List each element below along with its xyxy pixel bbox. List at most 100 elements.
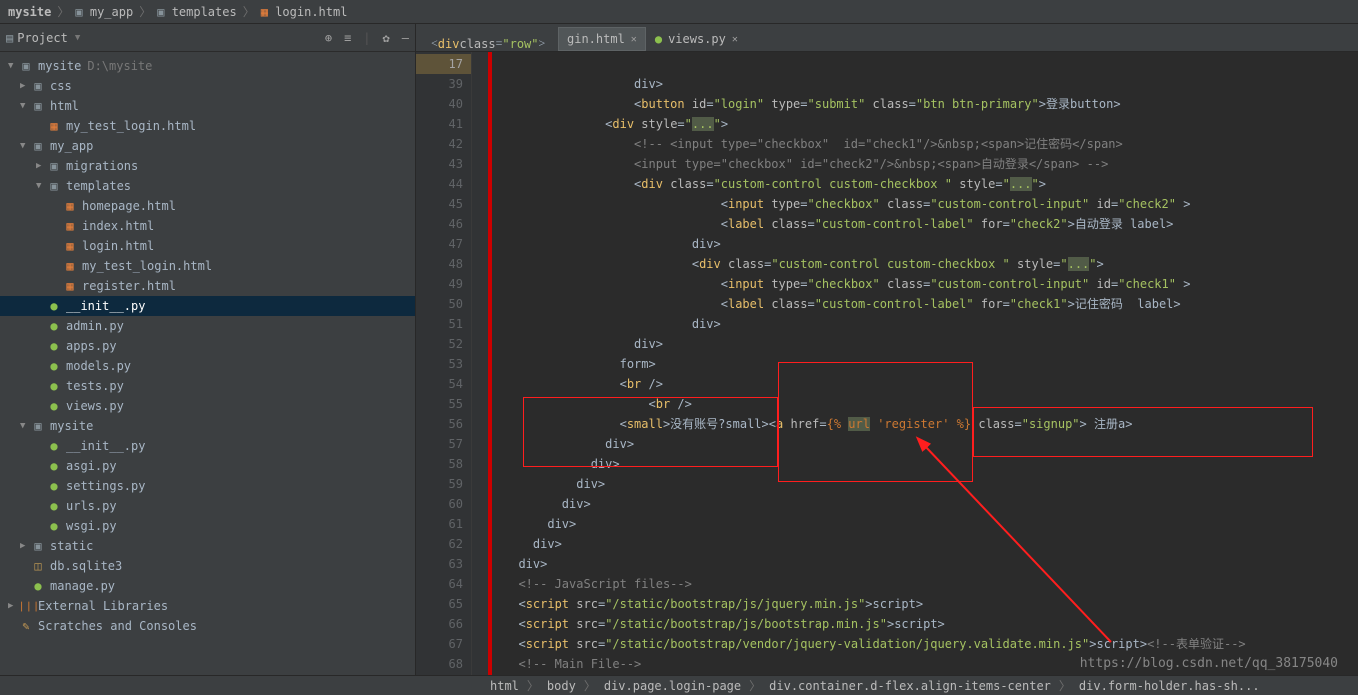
code-line[interactable]: <div class="custom-control custom-checkb… xyxy=(504,174,1358,194)
code-content[interactable]: div> <button id="login" type="submit" cl… xyxy=(500,52,1358,675)
line-number[interactable]: 43 xyxy=(416,154,463,174)
settings-gear-icon[interactable]: ✿ xyxy=(383,31,390,45)
tree-item-mysite[interactable]: ▼▣mysite xyxy=(0,416,415,436)
line-number[interactable]: 63 xyxy=(416,554,463,574)
tree-item-css[interactable]: ▶▣css xyxy=(0,76,415,96)
code-line[interactable]: <div class="custom-control custom-checkb… xyxy=(504,254,1358,274)
tree-item-migrations[interactable]: ▶▣migrations xyxy=(0,156,415,176)
code-line[interactable]: div> xyxy=(504,474,1358,494)
code-line[interactable]: div> xyxy=(504,434,1358,454)
code-line[interactable]: <script src="/static/bootstrap/js/bootst… xyxy=(504,614,1358,634)
line-number[interactable]: 53 xyxy=(416,354,463,374)
tree-arrow[interactable]: ▶ xyxy=(20,541,30,551)
code-line[interactable]: div> xyxy=(504,494,1358,514)
line-number[interactable]: 54 xyxy=(416,374,463,394)
code-line[interactable]: <!-- <input type="checkbox" id="check1"/… xyxy=(504,134,1358,154)
code-line[interactable]: div> xyxy=(504,554,1358,574)
line-number[interactable]: 60 xyxy=(416,494,463,514)
line-number[interactable]: 64 xyxy=(416,574,463,594)
code-line[interactable]: <br /> xyxy=(504,394,1358,414)
code-line[interactable]: <!-- Main File--> xyxy=(504,654,1358,674)
close-icon[interactable]: ✕ xyxy=(631,34,637,45)
line-number[interactable]: 50 xyxy=(416,294,463,314)
structure-item[interactable]: html xyxy=(490,679,519,693)
line-number[interactable]: 48 xyxy=(416,254,463,274)
code-line[interactable]: <!-- JavaScript files--> xyxy=(504,574,1358,594)
line-number[interactable]: 62 xyxy=(416,534,463,554)
code-line[interactable]: form> xyxy=(504,354,1358,374)
tree-arrow[interactable]: ▶ xyxy=(8,601,18,611)
gutter[interactable]: 1739404142434445464748495051525354555657… xyxy=(416,52,472,675)
project-tree[interactable]: ▼▣mysiteD:\mysite▶▣css▼▣html▦my_test_log… xyxy=(0,52,415,675)
tree-item-admin-py[interactable]: ●admin.py xyxy=(0,316,415,336)
code-line[interactable]: div> xyxy=(504,74,1358,94)
line-number[interactable]: 66 xyxy=(416,614,463,634)
code-line[interactable]: <script src="/static/bootstrap/js/jquery… xyxy=(504,594,1358,614)
line-number[interactable]: 17 xyxy=(416,54,471,74)
tree-item-register-html[interactable]: ▦register.html xyxy=(0,276,415,296)
structure-item[interactable]: body xyxy=(547,679,576,693)
breadcrumb-item[interactable]: mysite xyxy=(8,5,51,19)
tab-login-html[interactable]: gin.html ✕ xyxy=(558,27,646,51)
line-number[interactable]: 40 xyxy=(416,94,463,114)
code-line[interactable]: <br /> xyxy=(504,374,1358,394)
tree-item-tests-py[interactable]: ●tests.py xyxy=(0,376,415,396)
line-number[interactable]: 51 xyxy=(416,314,463,334)
tree-item-wsgi-py[interactable]: ●wsgi.py xyxy=(0,516,415,536)
code-line[interactable] xyxy=(504,54,1358,74)
structure-item[interactable]: div.container.d-flex.align-items-center xyxy=(769,679,1051,693)
code-line[interactable]: <div style="..."> xyxy=(504,114,1358,134)
line-number[interactable]: 44 xyxy=(416,174,463,194)
code-line[interactable]: div> xyxy=(504,514,1358,534)
tree-item-manage-py[interactable]: ●manage.py xyxy=(0,576,415,596)
line-number[interactable]: 49 xyxy=(416,274,463,294)
code-line[interactable]: div> xyxy=(504,534,1358,554)
line-number[interactable]: 65 xyxy=(416,594,463,614)
code-line[interactable]: <input type="checkbox" class="custom-con… xyxy=(504,194,1358,214)
tree-item-scratches-and-consoles[interactable]: ✎Scratches and Consoles xyxy=(0,616,415,636)
tree-item-db-sqlite3[interactable]: ◫db.sqlite3 xyxy=(0,556,415,576)
line-number[interactable]: 45 xyxy=(416,194,463,214)
code-line[interactable]: <script src="/static/bootstrap/vendor/jq… xyxy=(504,634,1358,654)
line-number[interactable]: 67 xyxy=(416,634,463,654)
code-line[interactable]: <button id="login" type="submit" class="… xyxy=(504,94,1358,114)
line-number[interactable]: 58 xyxy=(416,454,463,474)
code-line[interactable]: <label class="custom-control-label" for=… xyxy=(504,294,1358,314)
tree-item-static[interactable]: ▶▣static xyxy=(0,536,415,556)
line-number[interactable]: 59 xyxy=(416,474,463,494)
tree-item-external-libraries[interactable]: ▶❘❘❘External Libraries xyxy=(0,596,415,616)
code-line[interactable]: <input type="checkbox" id="check2"/>&nbs… xyxy=(504,154,1358,174)
line-number[interactable]: 47 xyxy=(416,234,463,254)
tree-arrow[interactable]: ▶ xyxy=(36,161,46,171)
code-line[interactable]: <small>没有账号?small><a href={% url 'regist… xyxy=(504,414,1358,434)
tree-item-mysite[interactable]: ▼▣mysiteD:\mysite xyxy=(0,56,415,76)
code-line[interactable]: div> xyxy=(504,314,1358,334)
tree-arrow[interactable]: ▼ xyxy=(36,181,46,191)
tree-item-urls-py[interactable]: ●urls.py xyxy=(0,496,415,516)
expand-all-icon[interactable]: ≡ xyxy=(344,31,351,45)
code-line[interactable]: <label class="custom-control-label" for=… xyxy=(504,214,1358,234)
line-number[interactable]: 57 xyxy=(416,434,463,454)
tree-item-login-html[interactable]: ▦login.html xyxy=(0,236,415,256)
locate-icon[interactable]: ⊕ xyxy=(325,31,332,45)
tree-arrow[interactable]: ▼ xyxy=(20,101,30,111)
tree-item-models-py[interactable]: ●models.py xyxy=(0,356,415,376)
breadcrumb-item[interactable]: ▣ my_app xyxy=(75,5,133,19)
tree-item-templates[interactable]: ▼▣templates xyxy=(0,176,415,196)
tree-item-homepage-html[interactable]: ▦homepage.html xyxy=(0,196,415,216)
line-number[interactable]: 42 xyxy=(416,134,463,154)
tree-item--init-py[interactable]: ●__init__.py xyxy=(0,436,415,456)
line-number[interactable]: 52 xyxy=(416,334,463,354)
tree-item-html[interactable]: ▼▣html xyxy=(0,96,415,116)
tree-item--init-py[interactable]: ●__init__.py xyxy=(0,296,415,316)
breadcrumb-item[interactable]: ▣ templates xyxy=(157,5,237,19)
breadcrumb-item[interactable]: ▦ login.html xyxy=(261,5,348,19)
tree-arrow[interactable]: ▼ xyxy=(20,141,30,151)
line-number[interactable]: 46 xyxy=(416,214,463,234)
tree-item-my-app[interactable]: ▼▣my_app xyxy=(0,136,415,156)
code-line[interactable]: <input type="checkbox" class="custom-con… xyxy=(504,274,1358,294)
tree-arrow[interactable]: ▼ xyxy=(20,421,30,431)
hide-icon[interactable]: — xyxy=(402,31,409,45)
close-icon[interactable]: ✕ xyxy=(732,34,738,45)
line-number[interactable]: 41 xyxy=(416,114,463,134)
